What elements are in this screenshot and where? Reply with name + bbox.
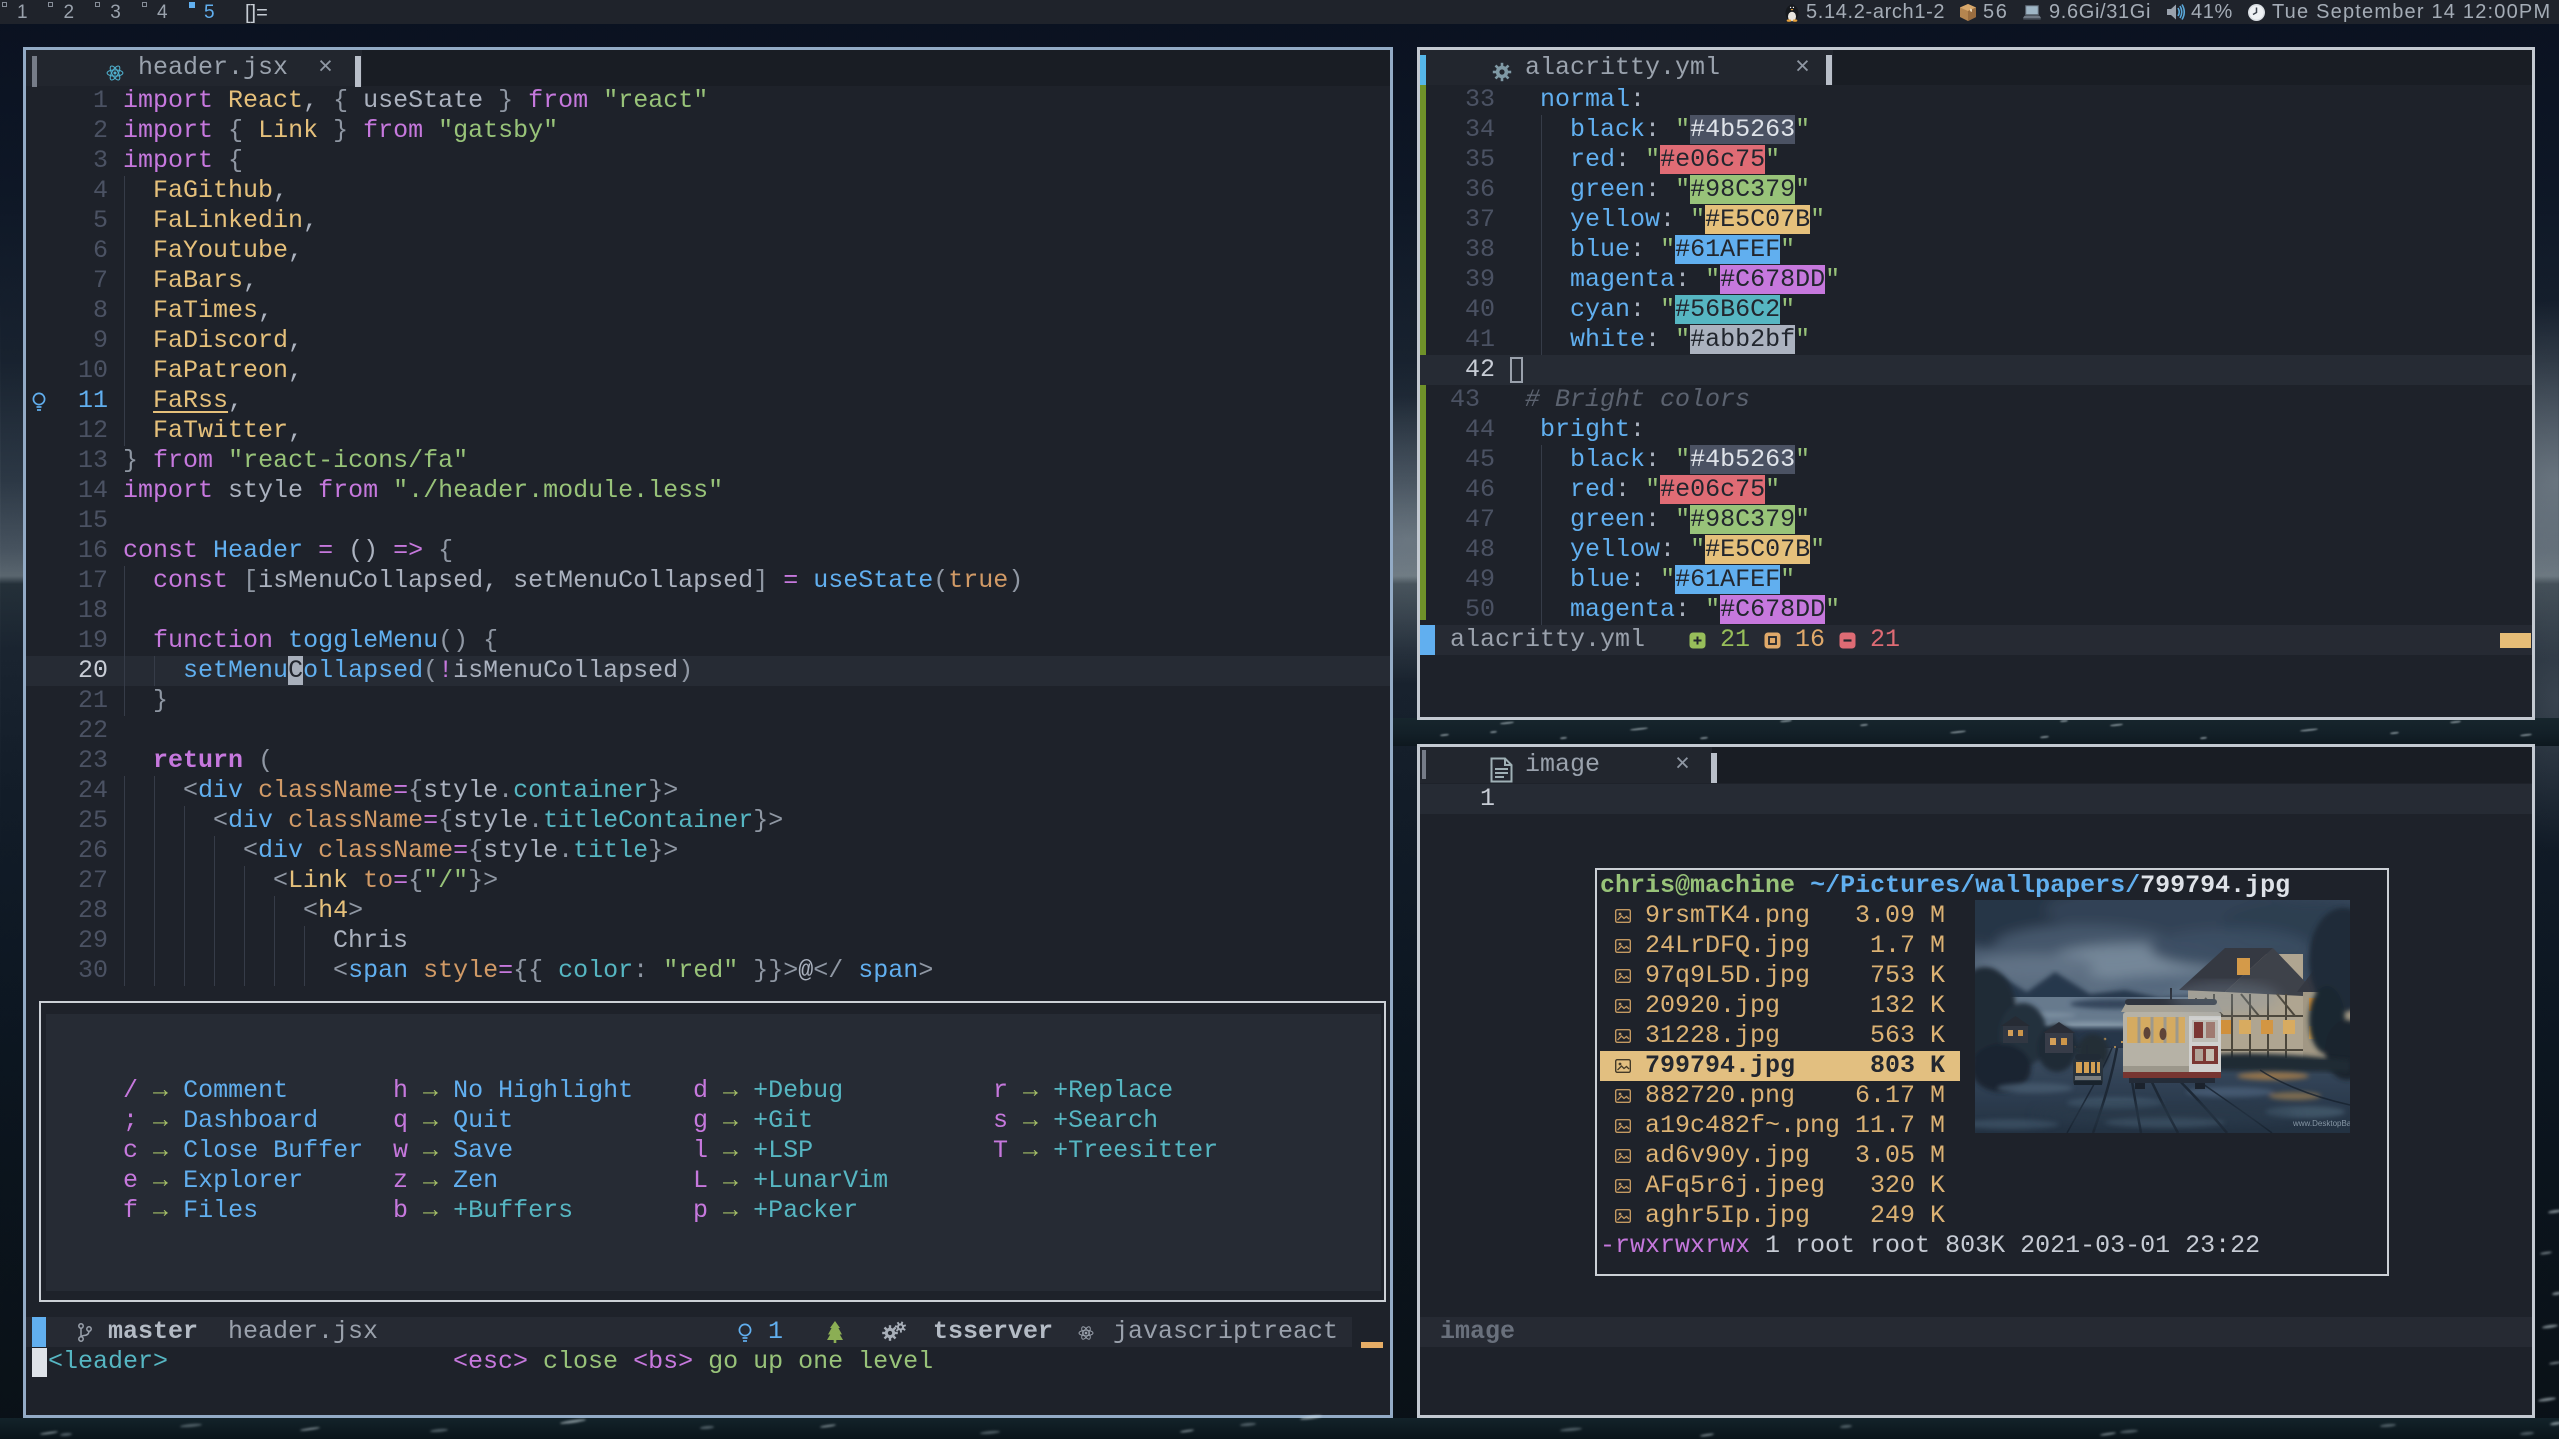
svg-text:www.DesktopBackground.org: www.DesktopBackground.org (2292, 1119, 2350, 1128)
